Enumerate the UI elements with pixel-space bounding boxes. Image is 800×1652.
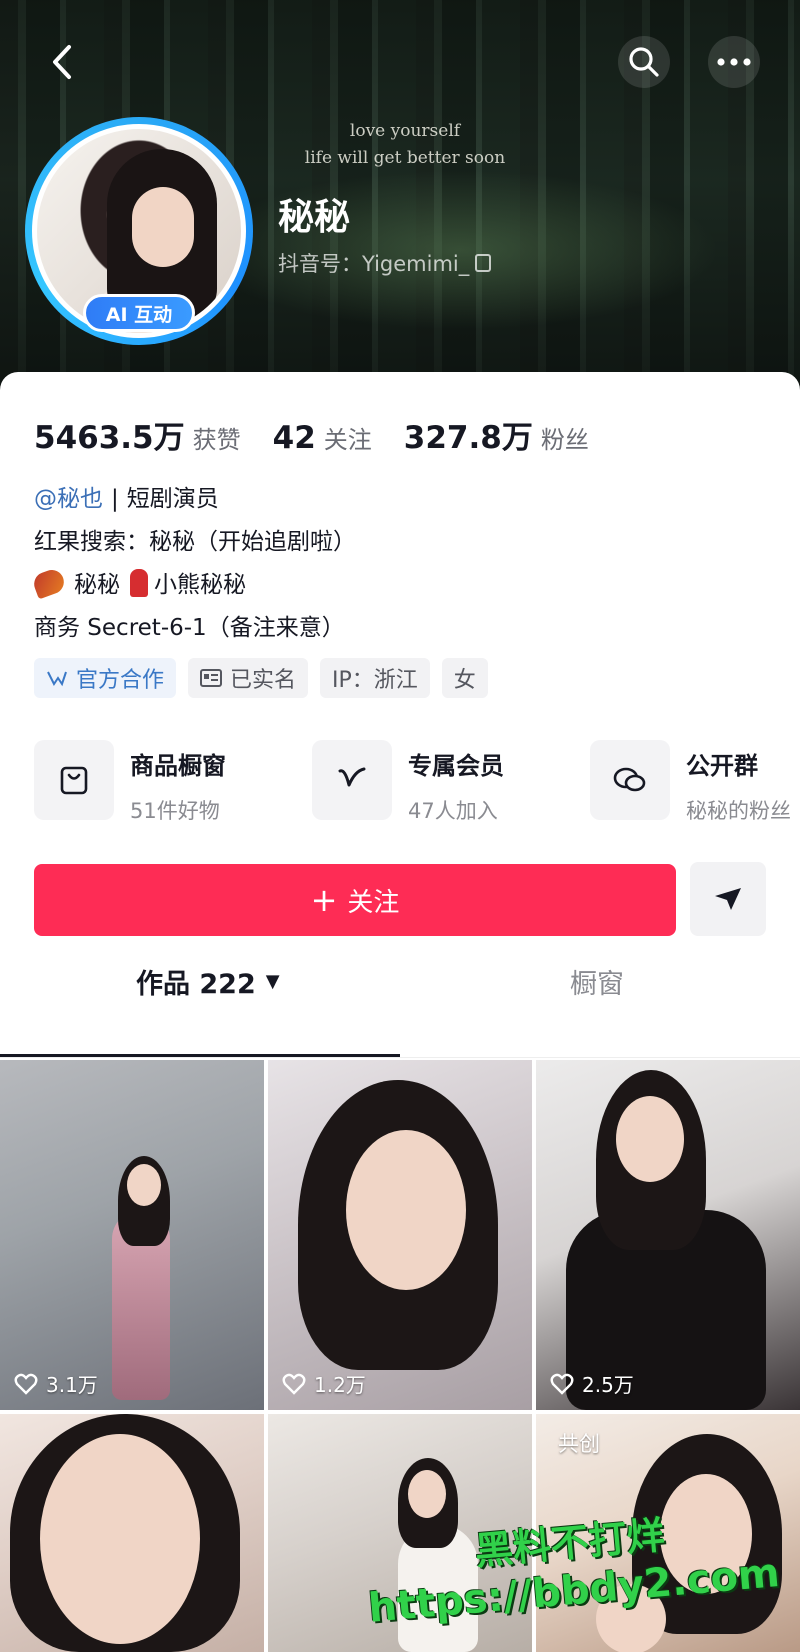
video-likes-count: 2.5万 [582, 1373, 634, 1397]
feature-shop-window[interactable]: 商品橱窗 51件好物 [34, 740, 226, 824]
search-button[interactable] [618, 36, 670, 88]
tag-official-label: 官方合作 [76, 668, 165, 693]
stat-likes-value: 5463.5万 [34, 420, 185, 456]
tag-gender: 女 [441, 658, 488, 698]
profile-banner: love yourself life will get better soon … [0, 0, 800, 400]
feature-membership-title: 专属会员 [408, 752, 504, 780]
sweet-potato-icon [30, 566, 68, 600]
feature-public-group[interactable]: 公开群 秘秘的粉丝 [590, 740, 791, 824]
feature-membership-subtitle: 47人加入 [408, 799, 498, 823]
tab-works-label: 作品 222 [136, 969, 256, 1000]
bio-separator: | [111, 486, 119, 512]
heart-icon [282, 1373, 306, 1395]
v-icon [312, 740, 392, 820]
follow-button[interactable]: + 关注 [34, 864, 676, 936]
tab-divider [0, 1057, 800, 1058]
stat-following[interactable]: 42 关注 [273, 420, 372, 456]
profile-tags: 官方合作 已实名 IP：浙江 女 [34, 658, 500, 698]
caret-down-icon: ▼ [265, 971, 280, 992]
banner-quote: love yourself life will get better soon [290, 118, 520, 172]
video-tile[interactable]: 2.5万 [536, 1060, 800, 1410]
tag-gender-label: 女 [453, 668, 476, 693]
video-likes: 1.2万 [282, 1369, 366, 1398]
bio-line-3: 秘秘 小熊秘秘 [30, 564, 356, 607]
heart-icon [14, 1373, 38, 1395]
tag-verified[interactable]: 已实名 [188, 658, 309, 698]
send-message-button[interactable] [690, 862, 766, 936]
bio-line-4: 商务 Secret-6-1（备注来意） [34, 615, 345, 641]
douyin-id-text: 抖音号：Yigemimi_ [278, 252, 470, 276]
heart-icon [550, 1373, 574, 1395]
video-tile[interactable] [0, 1414, 264, 1652]
bio-line-3-b: 小熊秘秘 [154, 572, 246, 598]
feature-shop-subtitle: 51件好物 [130, 799, 220, 823]
chevron-left-icon [53, 45, 71, 79]
search-icon [629, 47, 659, 77]
profile-features: 商品橱窗 51件好物 专属会员 47人加入 公开群 秘秘的粉丝 [34, 740, 800, 830]
co-creation-badge: 共创 [558, 1432, 600, 1456]
more-dots-icon [717, 58, 751, 66]
id-card-icon [200, 669, 223, 687]
more-button[interactable] [708, 36, 760, 88]
send-icon [715, 888, 741, 910]
copy-icon[interactable] [475, 254, 492, 272]
video-tile[interactable]: 1.2万 [268, 1060, 532, 1410]
stat-followers-value: 327.8万 [403, 420, 533, 456]
handshake-icon [47, 671, 67, 687]
stat-likes-label: 获赞 [192, 426, 241, 454]
bio-mention-link[interactable]: @秘也 [34, 486, 103, 512]
tab-shop-window[interactable]: 橱窗 [570, 962, 624, 1001]
stat-following-label: 关注 [323, 426, 372, 454]
tag-ip-location: IP：浙江 [320, 658, 430, 698]
chat-icon [590, 740, 670, 820]
bio-line-3-a: 秘秘 [74, 572, 120, 598]
bag-icon [34, 740, 114, 820]
profile-stats: 5463.5万 获赞 42 关注 327.8万 粉丝 [34, 412, 621, 457]
banner-quote-line2: life will get better soon [304, 148, 506, 168]
tag-verified-label: 已实名 [230, 668, 297, 693]
stat-followers[interactable]: 327.8万 粉丝 [404, 412, 589, 457]
tag-ip-label: IP：浙江 [332, 668, 418, 693]
stat-followers-label: 粉丝 [540, 426, 589, 454]
banner-quote-line1: love yourself [349, 121, 461, 141]
feature-membership[interactable]: 专属会员 47人加入 [312, 740, 504, 824]
video-tile[interactable]: 3.1万 [0, 1060, 264, 1410]
feature-group-title: 公开群 [686, 752, 758, 780]
follow-button-label: 关注 [347, 887, 400, 918]
scarf-icon [130, 569, 148, 597]
bio-role: 短剧演员 [126, 486, 219, 512]
video-likes-count: 1.2万 [314, 1373, 366, 1397]
video-likes: 3.1万 [14, 1369, 98, 1398]
plus-icon: + [310, 881, 338, 919]
stat-following-value: 42 [272, 420, 316, 456]
feature-shop-title: 商品橱窗 [130, 752, 226, 780]
profile-bio: @秘也 | 短剧演员 红果搜索：秘秘（开始追剧啦） 秘秘 小熊秘秘 商务 Secret… [30, 478, 356, 650]
back-button[interactable] [36, 36, 88, 88]
stat-likes[interactable]: 5463.5万 获赞 [34, 412, 241, 457]
feature-group-subtitle: 秘秘的粉丝 [686, 799, 791, 823]
bio-line-2: 红果搜索：秘秘（开始追剧啦） [34, 529, 356, 555]
douyin-id[interactable]: 抖音号：Yigemimi_ [278, 248, 492, 278]
tab-works[interactable]: 作品 222 ▼ [136, 962, 280, 1001]
profile-nickname: 秘秘 [278, 197, 351, 238]
profile-card: 5463.5万 获赞 42 关注 327.8万 粉丝 @秘也 | 短剧演员 红果搜索… [0, 372, 800, 1652]
video-likes: 2.5万 [550, 1369, 634, 1398]
content-tabs: 作品 222 ▼ 橱窗 [0, 962, 800, 1022]
video-likes-count: 3.1万 [46, 1373, 98, 1397]
tag-official-cooperation[interactable]: 官方合作 [34, 658, 177, 698]
ai-interaction-badge[interactable]: AI 互动 [83, 294, 195, 332]
bio-line-1: @秘也 | 短剧演员 [34, 478, 356, 521]
